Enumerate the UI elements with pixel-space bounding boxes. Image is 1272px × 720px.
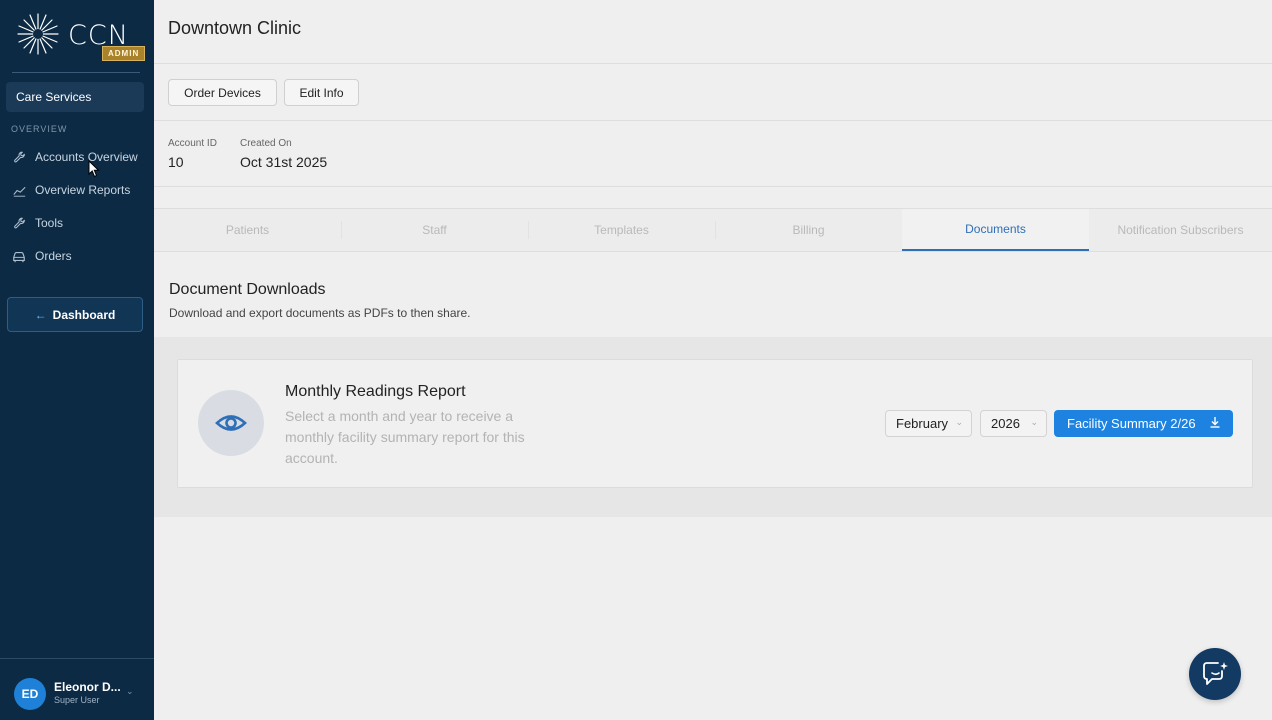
created-on-value: Oct 31st 2025 (240, 154, 328, 170)
section-label-overview: OVERVIEW (11, 124, 68, 134)
sidebar-item-orders[interactable]: Orders (10, 244, 150, 268)
page-title: Downtown Clinic (168, 18, 302, 38)
tab-patients[interactable]: Patients (154, 209, 341, 251)
user-name[interactable]: Eleonor D... (54, 680, 121, 694)
wrench-icon (10, 215, 28, 231)
car-icon (10, 248, 28, 264)
chat-support-button[interactable] (1189, 648, 1241, 700)
card-description: Select a month and year to receive a mon… (285, 408, 525, 466)
report-card: Monthly Readings Report Select a month a… (177, 359, 1253, 488)
tab-bar: Patients Staff Templates Billing Documen… (154, 208, 1272, 252)
sidebar-item-label: Accounts Overview (35, 150, 138, 164)
sidebar-item-label: Tools (35, 216, 64, 230)
section-subtitle: Download and export documents as PDFs to… (169, 306, 471, 320)
tab-billing[interactable]: Billing (715, 209, 902, 251)
chat-bubble-icon (1203, 662, 1228, 685)
admin-badge: ADMIN (102, 46, 146, 61)
sidebar-item-label: Orders (35, 249, 72, 263)
edit-info-button[interactable]: Edit Info (284, 79, 359, 106)
wrench-icon (10, 149, 28, 165)
sidebar-item-tools[interactable]: Tools (10, 211, 150, 235)
divider (154, 186, 1272, 187)
tab-documents[interactable]: Documents (902, 209, 1089, 251)
created-on-label: Created On (240, 138, 292, 149)
dashboard-label: Dashboard (52, 307, 116, 322)
month-select[interactable]: February ⌄ (885, 410, 972, 437)
user-role: Super User (54, 695, 100, 705)
divider (154, 120, 1272, 121)
divider (0, 658, 154, 659)
line-chart-icon (10, 182, 28, 198)
avatar[interactable]: ED (14, 678, 46, 710)
sidebar-item-label: Overview Reports (35, 183, 131, 197)
main-content: Downtown Clinic Order Devices Edit Info … (154, 0, 1272, 720)
card-title: Monthly Readings Report (285, 383, 466, 400)
sunburst-logo-icon (17, 13, 59, 55)
year-select[interactable]: 2026 ⌄ (980, 410, 1047, 437)
section-title: Document Downloads (169, 281, 326, 298)
month-select-value: February (896, 416, 949, 431)
ccn-logo[interactable]: CCN ADMIN (16, 10, 146, 64)
eye-icon (215, 415, 247, 431)
tab-notification-subscribers[interactable]: Notification Subscribers (1089, 209, 1272, 251)
chevron-down-icon: ⌄ (1030, 417, 1038, 427)
mouse-cursor-icon (88, 160, 100, 178)
tab-staff[interactable]: Staff (341, 209, 528, 251)
account-id-value: 10 (168, 154, 184, 170)
sidebar: CCN ADMIN Care Services OVERVIEW Account… (0, 0, 154, 720)
arrow-left-icon: ← (34, 307, 47, 322)
order-devices-button[interactable]: Order Devices (168, 79, 277, 106)
care-services-selector[interactable]: Care Services (6, 82, 144, 112)
divider (154, 63, 1272, 64)
chevron-down-icon: ⌄ (955, 417, 963, 427)
download-button-label: Facility Summary 2/26 (1067, 416, 1196, 431)
account-id-label: Account ID (168, 138, 217, 149)
dashboard-button[interactable]: ← Dashboard (7, 297, 143, 332)
facility-summary-download-button[interactable]: Facility Summary 2/26 (1054, 410, 1233, 437)
eye-icon-badge (198, 390, 264, 456)
divider (12, 72, 140, 73)
download-icon (1210, 417, 1220, 428)
year-select-value: 2026 (991, 416, 1020, 431)
chevron-down-icon[interactable]: ⌄ (126, 686, 134, 697)
sidebar-item-overview-reports[interactable]: Overview Reports (10, 178, 150, 202)
tab-templates[interactable]: Templates (528, 209, 715, 251)
sidebar-item-accounts-overview[interactable]: Accounts Overview (10, 145, 150, 169)
